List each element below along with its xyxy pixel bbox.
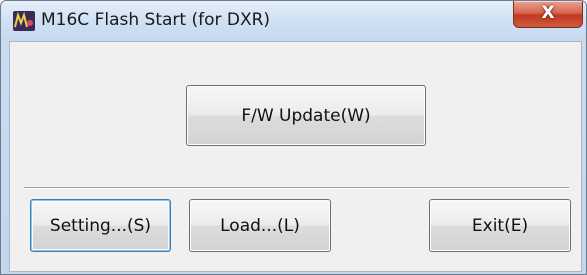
close-icon: X [541,3,555,23]
close-button[interactable]: X [513,1,583,28]
title-bar[interactable]: M16C Flash Start (for DXR) X [1,1,586,41]
app-window: M16C Flash Start (for DXR) X F/W Update(… [0,0,587,275]
load-button[interactable]: Load...(L) [189,199,331,252]
fw-update-button[interactable]: F/W Update(W) [186,85,426,146]
window-title: M16C Flash Start (for DXR) [41,10,271,30]
exit-button[interactable]: Exit(E) [429,199,571,252]
separator [24,187,569,189]
m16c-app-icon [13,11,35,31]
setting-button[interactable]: Setting...(S) [30,199,171,252]
dialog-body: F/W Update(W) Setting...(S) Load...(L) E… [9,41,582,272]
